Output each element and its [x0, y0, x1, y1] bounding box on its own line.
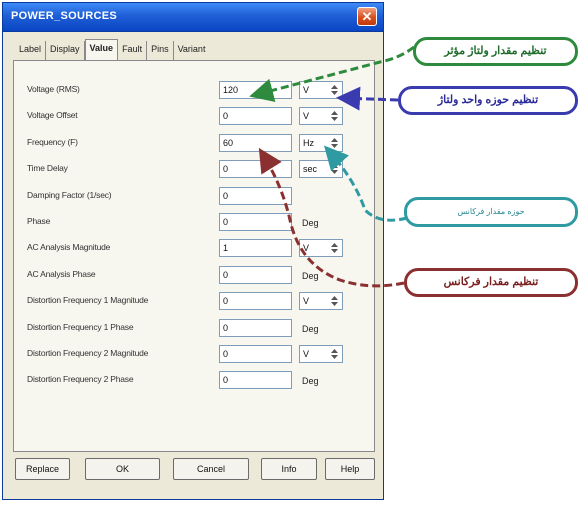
parameter-row: Distortion Frequency 1 Magnitude 0 V [14, 288, 374, 314]
parameter-row: Voltage Offset 0 V [14, 103, 374, 129]
parameter-row: Phase 0 Deg [14, 209, 374, 235]
cancel-button[interactable]: Cancel [173, 458, 249, 480]
parameter-row: Damping Factor (1/sec) 0 [14, 183, 374, 209]
parameter-label: AC Analysis Phase [27, 268, 96, 279]
parameter-row: Distortion Frequency 2 Magnitude 0 V [14, 341, 374, 367]
parameter-label: Voltage Offset [27, 110, 78, 121]
callout-frequency-value-text: تنظیم مقدار فرکانس [443, 276, 539, 288]
power-sources-dialog: POWER_SOURCES ✕ Label Display Value Faul… [2, 2, 384, 500]
ok-button[interactable]: OK [85, 458, 160, 480]
parameter-label: Frequency (F) [27, 136, 78, 147]
help-button[interactable]: Help [325, 458, 375, 480]
spinner-arrows-icon[interactable] [329, 295, 340, 307]
unit-select[interactable]: V [299, 345, 343, 363]
parameter-label: Phase [27, 216, 51, 226]
unit-select[interactable]: sec [299, 160, 343, 179]
callout-voltage-unit-text: تنظیم حوزه واحد ولتاژ [437, 94, 539, 106]
parameter-row: Time Delay 0 sec [14, 156, 374, 182]
spinner-arrows-icon[interactable] [329, 110, 340, 122]
tab-display[interactable]: Display [46, 41, 85, 60]
parameter-value-input[interactable]: 0 [219, 345, 292, 363]
callout-frequency-unit-text: حوزه مقدار فرکانس [457, 207, 525, 216]
unit-label: Deg [302, 376, 319, 387]
close-icon: ✕ [361, 9, 373, 24]
parameter-label: Distortion Frequency 2 Magnitude [27, 348, 149, 358]
spinner-arrows-icon[interactable] [329, 137, 340, 149]
title-bar[interactable]: POWER_SOURCES ✕ [3, 3, 383, 32]
parameter-label: Time Delay [27, 163, 68, 174]
parameter-row: Frequency (F) 60 Hz [14, 130, 374, 156]
spinner-arrows-icon[interactable] [329, 242, 340, 254]
unit-select[interactable]: V [299, 292, 343, 311]
unit-select[interactable]: Hz [299, 133, 343, 152]
unit-select[interactable]: V [299, 81, 343, 99]
spinner-arrows-icon[interactable] [329, 84, 340, 96]
unit-select[interactable]: V [299, 239, 343, 258]
close-button[interactable]: ✕ [357, 7, 377, 26]
unit-select-value: V [303, 85, 310, 95]
parameter-row: AC Analysis Phase 0 Deg [14, 262, 374, 288]
callout-frequency-value: تنظیم مقدار فرکانس [404, 268, 578, 297]
parameter-label: Distortion Frequency 1 Magnitude [27, 295, 149, 306]
callout-voltage-value-text: تنظیم مقدار ولتاژ مؤثر [444, 45, 547, 57]
parameter-row: AC Analysis Magnitude 1 V [14, 235, 374, 261]
parameter-value-input[interactable]: 1 [219, 239, 292, 258]
parameter-value-input[interactable]: 60 [219, 133, 292, 152]
parameter-label: Distortion Frequency 2 Phase [27, 374, 134, 385]
parameter-label: Distortion Frequency 1 Phase [27, 321, 134, 332]
parameter-value-input[interactable]: 0 [219, 213, 292, 231]
unit-label: Deg [302, 218, 319, 228]
unit-label: Deg [302, 323, 319, 334]
unit-select-value: Hz [303, 137, 314, 148]
value-tab-panel: Voltage (RMS) 120 V Voltage Offset 0 V Frequen… [13, 60, 375, 452]
spinner-arrows-icon[interactable] [329, 348, 340, 360]
parameter-row: Distortion Frequency 1 Phase 0 Deg [14, 315, 374, 341]
tab-strip: Label Display Value Fault Pins Variant [15, 39, 210, 62]
callout-voltage-unit: تنظیم حوزه واحد ولتاژ [398, 86, 578, 115]
parameter-value-input[interactable]: 120 [219, 81, 292, 99]
unit-label: Deg [302, 270, 319, 281]
tab-value[interactable]: Value [84, 39, 119, 62]
tab-pins[interactable]: Pins [147, 41, 174, 60]
window-title: POWER_SOURCES [11, 10, 117, 22]
parameter-label: AC Analysis Magnitude [27, 242, 111, 253]
unit-select-value: V [303, 243, 310, 254]
callout-voltage-value: تنظیم مقدار ولتاژ مؤثر [413, 37, 578, 66]
parameter-label: Voltage (RMS) [27, 84, 80, 94]
parameter-value-input[interactable]: 0 [219, 265, 292, 284]
tab-fault[interactable]: Fault [118, 41, 148, 60]
parameter-value-input[interactable]: 0 [219, 292, 292, 311]
unit-select[interactable]: V [299, 107, 343, 126]
parameter-value-input[interactable]: 0 [219, 160, 292, 179]
unit-select-value: sec [303, 164, 318, 175]
parameter-value-input[interactable]: 0 [219, 186, 292, 205]
parameter-row: Distortion Frequency 2 Phase 0 Deg [14, 367, 374, 393]
spinner-arrows-icon[interactable] [329, 163, 340, 175]
parameter-label: Damping Factor (1/sec) [27, 189, 112, 200]
parameter-row: Voltage (RMS) 120 V [14, 77, 374, 103]
replace-button[interactable]: Replace [15, 458, 70, 480]
unit-select-value: V [303, 349, 310, 359]
tab-label[interactable]: Label [15, 41, 47, 60]
tab-variant[interactable]: Variant [174, 41, 210, 60]
unit-select-value: V [303, 296, 310, 307]
info-button[interactable]: Info [261, 458, 317, 480]
callout-frequency-unit: حوزه مقدار فرکانس [404, 197, 578, 227]
unit-select-value: V [303, 111, 310, 122]
button-bar: Replace OK Cancel Info Help [3, 458, 383, 488]
parameter-value-input[interactable]: 0 [219, 371, 292, 390]
parameter-value-input[interactable]: 0 [219, 318, 292, 337]
parameter-value-input[interactable]: 0 [219, 107, 292, 126]
